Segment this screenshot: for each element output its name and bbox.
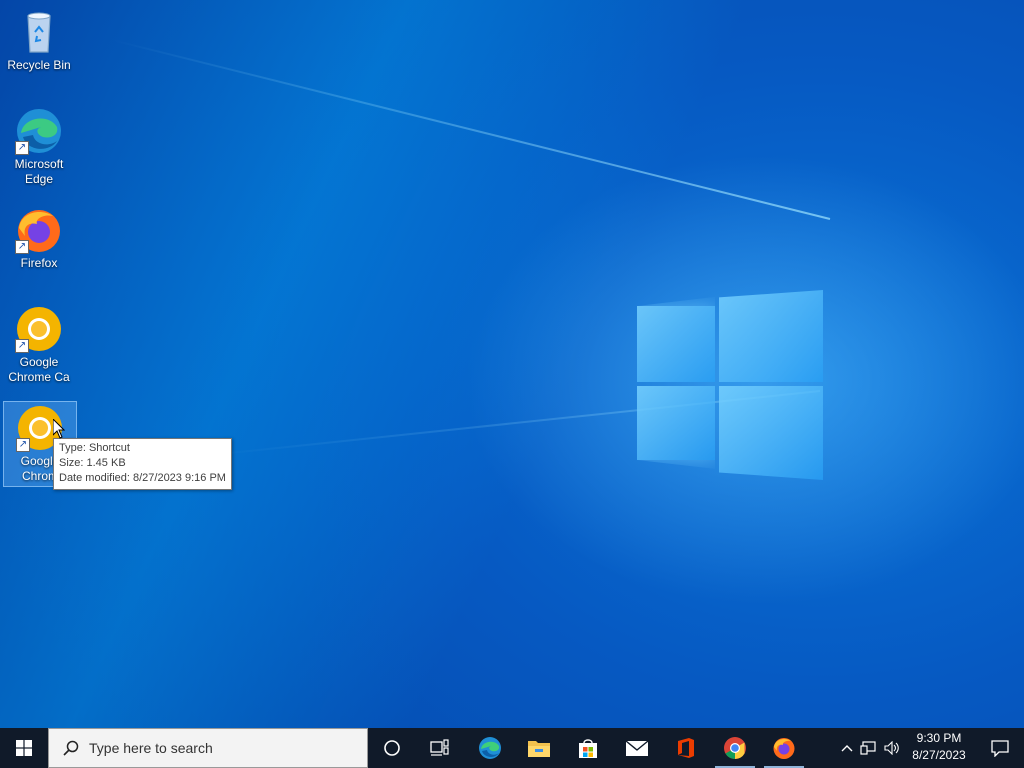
shortcut-arrow-icon: ↗ <box>15 339 29 353</box>
taskbar-search-box[interactable]: Type here to search <box>48 728 368 768</box>
search-icon <box>63 740 79 756</box>
taskbar-firefox-button[interactable] <box>760 728 808 768</box>
desktop-icon-recycle-bin[interactable]: Recycle Bin <box>3 6 75 90</box>
edge-icon: ↗ <box>15 107 63 155</box>
network-button[interactable] <box>856 728 880 768</box>
desktop-icon-firefox[interactable]: ↗ Firefox <box>3 204 75 288</box>
icon-label: Google Chrome Ca <box>8 355 70 384</box>
mouse-pointer-icon <box>52 417 66 439</box>
taskbar-task-view-button[interactable] <box>416 728 464 768</box>
folder-icon <box>528 741 550 757</box>
icon-label: Firefox <box>20 256 58 270</box>
show-hidden-icons-button[interactable] <box>838 728 856 768</box>
recycle-bin-icon <box>15 8 63 56</box>
taskbar-chrome-button[interactable] <box>711 728 759 768</box>
windows-start-icon <box>16 740 32 756</box>
system-tray <box>838 728 904 768</box>
edge-icon <box>479 737 501 759</box>
search-placeholder: Type here to search <box>89 740 213 756</box>
taskbar-cortana-button[interactable] <box>368 728 416 768</box>
clock-date: 8/27/2023 <box>912 748 966 762</box>
desktop-icon-microsoft-edge[interactable]: ↗ Microsoft Edge <box>3 105 75 189</box>
office-icon <box>678 738 694 758</box>
taskbar-edge-button[interactable] <box>466 728 514 768</box>
tooltip-type: Type: Shortcut <box>59 442 130 454</box>
cortana-icon <box>384 740 400 756</box>
shortcut-arrow-icon: ↗ <box>15 240 29 254</box>
firefox-icon <box>773 738 795 759</box>
tooltip-size: Size: 1.45 KB <box>59 457 126 469</box>
chrome-icon <box>724 737 746 759</box>
icon-label: Microsoft Edge <box>14 157 64 186</box>
store-bag-icon <box>579 739 597 758</box>
clock-time: 9:30 PM <box>916 731 962 745</box>
firefox-icon: ↗ <box>15 206 63 254</box>
action-center-button[interactable] <box>976 728 1024 768</box>
mail-icon <box>625 740 649 756</box>
task-view-icon <box>430 739 449 756</box>
desktop-icon-google-chrome-canary[interactable]: ↗ Google Chrome Ca <box>3 303 75 387</box>
start-button[interactable] <box>0 728 48 768</box>
file-info-tooltip: Type: Shortcut Size: 1.45 KB Date modifi… <box>53 438 232 490</box>
chrome-canary-icon: ↗ <box>15 305 63 353</box>
taskbar-office-button[interactable] <box>662 728 710 768</box>
light-beam <box>111 39 831 220</box>
taskbar-mail-button[interactable] <box>613 728 661 768</box>
shortcut-arrow-icon: ↗ <box>15 141 29 155</box>
taskbar-file-explorer-button[interactable] <box>515 728 563 768</box>
tooltip-modified: Date modified: 8/27/2023 9:16 PM <box>59 472 226 484</box>
windows-logo-wallpaper <box>637 290 823 480</box>
network-icon <box>860 741 876 755</box>
desktop-background[interactable]: Recycle Bin ↗ Microsoft Edge ↗ Firefox ↗… <box>0 0 1024 728</box>
notification-icon <box>991 740 1009 757</box>
speaker-icon <box>884 741 899 755</box>
volume-button[interactable] <box>880 728 904 768</box>
icon-label: Recycle Bin <box>7 58 71 72</box>
shortcut-arrow-icon: ↗ <box>16 438 30 452</box>
taskbar: Type here to search 9:30 PM 8/27/2023 <box>0 728 1024 768</box>
taskbar-store-button[interactable] <box>564 728 612 768</box>
chevron-up-icon <box>841 745 853 752</box>
taskbar-clock[interactable]: 9:30 PM 8/27/2023 <box>905 730 973 766</box>
